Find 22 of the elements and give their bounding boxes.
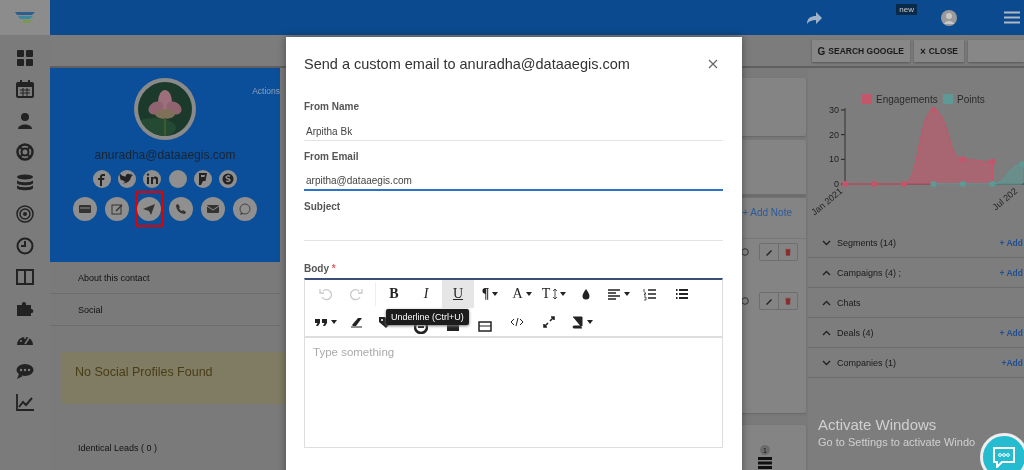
y-tick: 10 [829, 154, 846, 165]
empty-notice: No Social Profiles Found [62, 352, 287, 404]
field-label: Body * [304, 263, 337, 274]
field-label: Subject [304, 201, 342, 212]
y-tick-label: 20 [828, 129, 839, 140]
legend-label: Engagements [876, 94, 938, 105]
contact-email: anuradha@dataaegis.com [94, 148, 236, 162]
activation-title: Activate Windows [818, 416, 938, 433]
activation-text: Go to Settings to activate Windo [818, 436, 977, 448]
tooltip: Underline (Ctrl+U) [386, 309, 469, 325]
modal-title: Send a custom email to anuradha@dataaegis.com [304, 56, 630, 72]
x-tick-label: Jul 202 [990, 185, 1020, 213]
new-badge: new [896, 4, 917, 15]
y-tick-label: 0 [833, 179, 839, 189]
field-label: From Name [304, 101, 360, 112]
y-tick-label: 10 [828, 154, 839, 165]
y-tick-label: 30 [828, 105, 839, 115]
field-label: From Email [304, 151, 360, 162]
y-tick: 0 [834, 179, 846, 189]
y-tick: 20 [829, 129, 846, 140]
y-tick: 30 [829, 105, 846, 115]
legend-label: Points [957, 94, 985, 105]
